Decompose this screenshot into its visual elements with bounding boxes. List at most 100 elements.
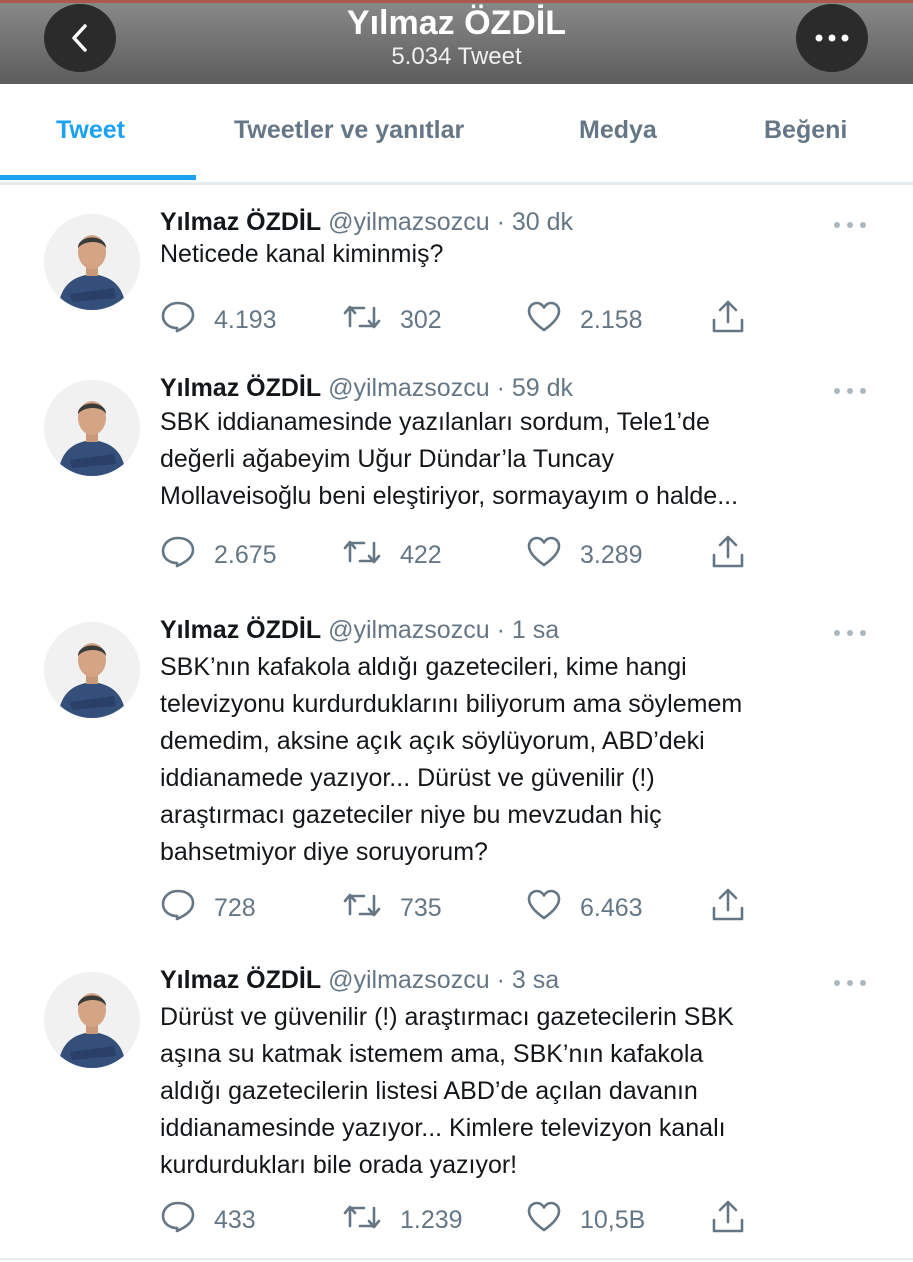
tweet-actions: 433 1.239 10,5B [160,1200,880,1241]
reply-button[interactable]: 4.193 [160,300,277,341]
tweet-menu-button[interactable] [832,626,868,638]
share-button[interactable] [710,300,764,338]
tab-likes[interactable]: Beğeni [764,116,847,145]
tab-tweets-and-replies[interactable]: Tweetler ve yanıtlar [234,116,464,145]
author-name[interactable]: Yılmaz ÖZDİL [160,208,321,236]
tweet[interactable]: Yılmaz ÖZDİL @yilmazsozcu · 3 sa Dürüst … [0,944,913,1260]
tweet-menu-button[interactable] [832,384,868,396]
avatar[interactable] [44,214,140,310]
share-button[interactable] [710,888,764,926]
tweet-text: SBK iddianamesinde yazılanları sordum, T… [160,404,870,515]
author-handle[interactable]: @yilmazsozcu [328,616,490,644]
reply-count: 433 [214,1205,256,1234]
retweet-count: 302 [400,305,442,334]
tweet[interactable]: Yılmaz ÖZDİL @yilmazsozcu · 59 dk SBK id… [0,352,913,596]
tweet-actions: 2.675 422 3.289 [160,535,880,576]
retweet-button[interactable]: 302 [342,302,442,338]
reply-count: 4.193 [214,305,277,334]
tweet-time: 3 sa [511,966,560,994]
reply-button[interactable]: 433 [160,1200,256,1241]
tweet-text-line: televizyonu kurdurduklarını biliyorum am… [160,690,743,718]
tweet-text-line: Mollaveisoğlu beni eleştiriyor, sormayay… [160,482,739,510]
header-edge [0,0,913,3]
tweet-text-line: iddianamesinde yazıyor... Kimlere televi… [160,1114,726,1142]
tab-media[interactable]: Medya [579,116,657,145]
share-button[interactable] [710,535,764,576]
tweet-text-line: aşına su katmak istemem ama, SBK’nın kaf… [160,1040,704,1068]
tweet-actions: 4.193 302 2.158 [160,300,880,341]
share-icon [710,1200,764,1241]
tweet-header: Yılmaz ÖZDİL @yilmazsozcu · 1 sa [160,616,559,645]
reply-icon [160,888,214,929]
retweet-button[interactable]: 422 [342,537,442,573]
like-button[interactable]: 6.463 [526,889,643,928]
like-count: 3.289 [580,540,643,569]
tweet-text-line: Dürüst ve güvenilir (!) araştırmacı gaze… [160,1003,734,1031]
tweet-time: 30 dk [511,208,574,236]
tweet-count: 5.034 Tweet [391,43,522,70]
reply-button[interactable]: 2.675 [160,535,277,576]
tweet-text-line: iddianamede yazıyor... Dürüst ve güvenil… [160,764,655,792]
reply-icon [160,1200,214,1241]
like-button[interactable]: 2.158 [526,301,643,340]
share-icon [710,535,764,576]
profile-name: Yılmaz ÖZDİL [346,4,567,42]
separator: · [496,616,505,644]
like-count: 10,5B [580,1205,646,1234]
retweet-icon [342,537,400,574]
like-button[interactable]: 10,5B [526,1201,646,1240]
retweet-button[interactable]: 1.239 [342,1202,463,1238]
tab-tweets[interactable]: Tweet [56,116,125,145]
tweet[interactable]: Yılmaz ÖZDİL @yilmazsozcu · 30 dk Netice… [0,186,913,354]
reply-count: 728 [214,893,256,922]
author-handle[interactable]: @yilmazsozcu [328,966,490,994]
more-icon [815,34,849,42]
avatar[interactable] [44,972,140,1068]
author-name[interactable]: Yılmaz ÖZDİL [160,616,321,644]
tweet-menu-button[interactable] [832,218,868,230]
active-tab-indicator [0,175,196,180]
avatar[interactable] [44,380,140,476]
retweet-icon [342,1202,400,1239]
separator: · [496,966,505,994]
reply-button[interactable]: 728 [160,888,256,929]
tweet-header: Yılmaz ÖZDİL @yilmazsozcu · 59 dk [160,374,573,403]
tweet-actions: 728 735 6.463 [160,888,880,929]
like-count: 6.463 [580,893,643,922]
tweet-text-line: Neticede kanal kiminmiş? [160,240,444,268]
tweet-text-line: SBK iddianamesinde yazılanları sordum, T… [160,408,710,436]
retweet-count: 1.239 [400,1205,463,1234]
reply-icon [160,300,214,341]
share-button[interactable] [710,1200,764,1241]
profile-header: Yılmaz ÖZDİL 5.034 Tweet [0,0,913,84]
tweet-text-line: aldığı gazetecilerin listesi ABD’de açıl… [160,1077,698,1105]
retweet-icon [342,302,400,339]
author-name[interactable]: Yılmaz ÖZDİL [160,374,321,402]
more-button[interactable] [796,4,868,72]
tweet-text-line: araştırmacı gazeteciler niye bu mevzudan… [160,801,662,829]
separator: · [496,208,505,236]
author-handle[interactable]: @yilmazsozcu [328,208,490,236]
like-icon [526,301,580,340]
tweet-text-line: SBK’nın kafakola aldığı gazetecileri, ki… [160,653,687,681]
avatar[interactable] [44,622,140,718]
like-icon [526,889,580,928]
tweet[interactable]: Yılmaz ÖZDİL @yilmazsozcu · 1 sa SBK’nın… [0,594,913,946]
tweet-menu-button[interactable] [832,976,868,988]
caret-icon [832,976,868,993]
author-name[interactable]: Yılmaz ÖZDİL [160,966,321,994]
tweet-text: SBK’nın kafakola aldığı gazetecileri, ki… [160,649,870,871]
tweet-text: Neticede kanal kiminmiş? [160,236,870,273]
like-button[interactable]: 3.289 [526,536,643,573]
tweet-text-line: kurdurdukları bile orada yazıyor! [160,1151,518,1179]
tweet-time: 1 sa [511,616,560,644]
tweet-text-line: demedim, aksine açık açık söylüyorum, AB… [160,727,705,755]
tweet-text-line: bahsetmiyor diye soruyorum? [160,838,488,866]
author-handle[interactable]: @yilmazsozcu [328,374,490,402]
like-icon [526,1201,580,1240]
retweet-button[interactable]: 735 [342,890,442,926]
caret-icon [832,384,868,401]
tweet-header: Yılmaz ÖZDİL @yilmazsozcu · 3 sa [160,966,559,995]
reply-icon [160,535,214,576]
tweet-time: 59 dk [511,374,574,402]
